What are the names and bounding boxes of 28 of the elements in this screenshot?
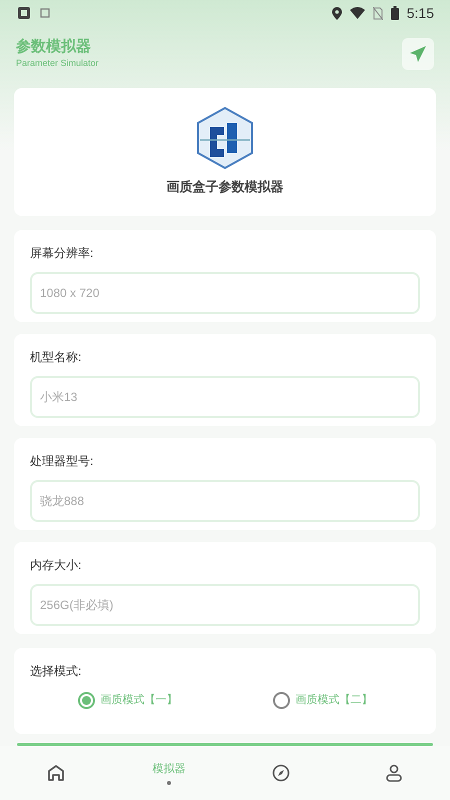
user-icon — [384, 764, 403, 782]
field-label: 内存大小: — [30, 557, 82, 574]
field-label: 处理器型号: — [30, 453, 94, 470]
radio-button[interactable] — [78, 692, 94, 709]
wifi-icon — [350, 7, 365, 19]
field-label: 机型名称: — [30, 349, 82, 366]
app-title: 参数模拟器 — [16, 38, 92, 57]
no-sim-icon — [372, 6, 383, 20]
field-label: 屏幕分辨率: — [30, 245, 94, 262]
logo-icon — [197, 107, 253, 170]
input-field[interactable]: 小米13 — [30, 376, 420, 418]
home-icon — [47, 764, 66, 782]
status-time: 5:15 — [406, 4, 434, 22]
radio-option[interactable]: 画质模式【一】 — [78, 692, 178, 709]
radio-option[interactable]: 画质模式【二】 — [272, 692, 372, 709]
location-icon — [332, 6, 342, 20]
notification-icon — [16, 5, 32, 21]
nav-tab[interactable]: 模拟器 — [138, 751, 199, 795]
app-subtitle: Parameter Simulator — [16, 56, 99, 70]
compass-icon — [272, 764, 290, 782]
paper-plane-icon — [410, 46, 426, 62]
input-field[interactable]: 256G(非必填) — [30, 584, 420, 626]
field-label: 选择模式: — [30, 663, 82, 680]
notification-icon — [40, 8, 50, 18]
input-field[interactable]: 骁龙888 — [30, 480, 420, 522]
input-field[interactable]: 1080 x 720 — [30, 272, 420, 314]
logo-caption: 画质盒子参数模拟器 — [166, 178, 284, 196]
radio-button[interactable] — [272, 692, 290, 709]
